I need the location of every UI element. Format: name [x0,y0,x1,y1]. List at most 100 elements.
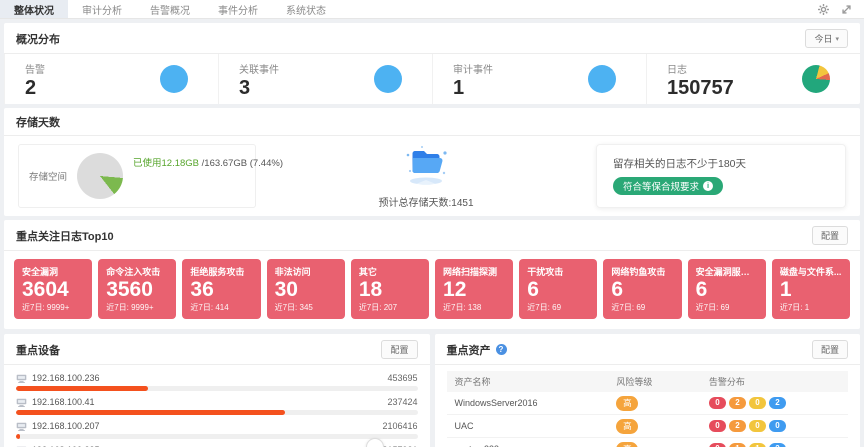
device-bar-fill [16,386,148,391]
device-list: 192.168.100.236 453695 192.168.100.41 23… [4,365,430,447]
assets-table: 资产名称 风险等级 告警分布 WindowsServer2016 高 0 2 0… [435,365,861,447]
asset-name: WindowsServer2016 [455,398,617,408]
storage-pie-chart [77,153,123,199]
assets-section: 重点资产 ? 配置 资产名称 风险等级 告警分布 WindowsServer20… [435,334,861,447]
asset-name: UAC [455,421,617,431]
alert-distribution: 0 1 1 2 [709,443,840,447]
log-category-card[interactable]: 磁盘与文件系... 1 近7日: 1 [772,259,850,319]
stat-card[interactable]: 告警 2 [4,54,218,104]
fullscreen-icon[interactable] [841,4,852,15]
alert-count-high: 2 [729,420,746,432]
asset-rows: WindowsServer2016 高 0 2 0 2 UAC 高 [447,392,849,447]
alert-count-high: 1 [729,443,746,447]
stat-value: 3 [239,78,279,98]
alert-count-critical: 0 [709,443,726,447]
gear-icon[interactable] [818,4,829,15]
compliance-badge-label: 符合等保合规要求 [623,179,699,193]
alert-count-medium: 0 [749,420,766,432]
devices-config-button[interactable]: 配置 [381,340,417,359]
compliance-badge[interactable]: 符合等保合规要求 i [613,177,723,195]
tab-bar: 整体状况 审计分析 告警概况 事件分析 系统状态 [0,0,864,19]
top-logs-config-button[interactable]: 配置 [812,226,848,245]
devices-section: 重点设备 配置 192.168.100.236 453695 [4,334,430,447]
device-row[interactable]: 192.168.100.236 453695 [16,369,418,393]
log-category-card[interactable]: 非法访问 30 近7日: 345 [267,259,345,319]
device-icon [16,374,27,383]
risk-level-badge: 高 [616,419,638,434]
device-bar-track [16,434,418,439]
asset-row[interactable]: centos-233 高 0 1 1 2 [447,438,849,447]
log-category-card[interactable]: 安全漏洞 3604 近7日: 9999+ [14,259,92,319]
tab-label: 系统状态 [286,2,326,17]
log-category-card[interactable]: 拒绝服务攻击 36 近7日: 414 [182,259,260,319]
log-recent-count: 近7日: 69 [527,302,589,313]
tab[interactable]: 整体状况 [0,0,68,18]
stat-label: 告警 [25,61,45,76]
tab-label: 告警概况 [150,2,190,17]
device-row[interactable]: 192.168.100.235 2157921 [16,441,418,447]
log-category-title: 磁盘与文件系... [780,265,842,278]
storage-space-label: 存储空间 [29,169,67,183]
stat-label: 日志 [667,61,734,76]
log-category-title: 其它 [359,265,421,278]
device-count: 237424 [387,397,417,407]
log-recent-count: 近7日: 9999+ [22,302,84,313]
date-range-dropdown[interactable]: 今日 ▾ [805,29,848,48]
log-category-card[interactable]: 命令注入攻击 3560 近7日: 9999+ [98,259,176,319]
tab-label: 整体状况 [14,2,54,17]
asset-row[interactable]: WindowsServer2016 高 0 2 0 2 [447,392,849,415]
help-icon[interactable]: ? [496,344,507,355]
log-category-card[interactable]: 网络钓鱼攻击 6 近7日: 69 [603,259,681,319]
tab-list: 整体状况 审计分析 告警概况 事件分析 系统状态 [0,0,340,18]
stat-card[interactable]: 关联事件 3 [218,54,432,104]
storage-days-caption: 预计总存储天数:1451 [378,194,473,209]
device-count: 2106416 [382,421,417,431]
alert-count-high: 2 [729,397,746,409]
device-row[interactable]: 192.168.100.41 237424 [16,393,418,417]
stat-label: 关联事件 [239,61,279,76]
log-category-count: 6 [527,278,589,302]
storage-days: 预计总存储天数:1451 [256,143,596,209]
stat-chart-icon [160,65,188,93]
device-bar-track [16,410,418,415]
log-card-list: 安全漏洞 3604 近7日: 9999+ 命令注入攻击 3560 近7日: 99… [4,251,860,329]
device-icon [16,422,27,431]
risk-level-badge: 高 [616,396,638,411]
top-logs-section: 重点关注日志Top10 配置 安全漏洞 3604 近7日: 9999+ 命令注入… [4,220,860,329]
compliance-box: 留存相关的日志不少于180天 符合等保合规要求 i [596,144,846,208]
log-category-title: 拒绝服务攻击 [190,265,252,278]
log-category-card[interactable]: 干扰攻击 6 近7日: 69 [519,259,597,319]
tab[interactable]: 告警概况 [136,0,204,18]
log-category-count: 3604 [22,278,84,302]
log-category-title: 网络扫描探测 [443,265,505,278]
stat-value: 2 [25,78,45,98]
asset-row[interactable]: UAC 高 0 2 0 0 [447,415,849,438]
date-range-value: 今日 [814,32,832,45]
alert-count-low: 2 [769,443,786,447]
device-row[interactable]: 192.168.100.207 2106416 [16,417,418,441]
log-category-count: 6 [696,278,758,302]
tabbar-actions [818,0,864,18]
log-category-card[interactable]: 其它 18 近7日: 207 [351,259,429,319]
stat-chart-icon [374,65,402,93]
col-alert-distribution: 告警分布 [709,375,840,388]
risk-level-badge: 高 [616,442,638,447]
assets-config-button[interactable]: 配置 [812,340,848,359]
tab[interactable]: 审计分析 [68,0,136,18]
log-recent-count: 近7日: 414 [190,302,252,313]
alert-count-low: 0 [769,420,786,432]
tab-label: 审计分析 [82,2,122,17]
tab[interactable]: 事件分析 [204,0,272,18]
log-recent-count: 近7日: 69 [696,302,758,313]
log-category-card[interactable]: 安全漏洞服务攻击 6 近7日: 69 [688,259,766,319]
overview-section: 概况分布 今日 ▾ 告警 2 关联事件 3 [4,23,860,104]
stat-card[interactable]: 审计事件 1 [432,54,646,104]
device-bar-fill [16,434,20,439]
stat-card[interactable]: 日志 150757 [646,54,860,104]
log-category-card[interactable]: 网络扫描探测 12 近7日: 138 [435,259,513,319]
log-category-count: 30 [275,278,337,302]
chevron-down-icon: ▾ [835,35,839,43]
storage-space-box: 存储空间 已使用12.18GB /163.67GB (7.44%) [18,144,256,208]
overview-stats: 告警 2 关联事件 3 审计事件 1 [4,54,860,104]
tab[interactable]: 系统状态 [272,0,340,18]
